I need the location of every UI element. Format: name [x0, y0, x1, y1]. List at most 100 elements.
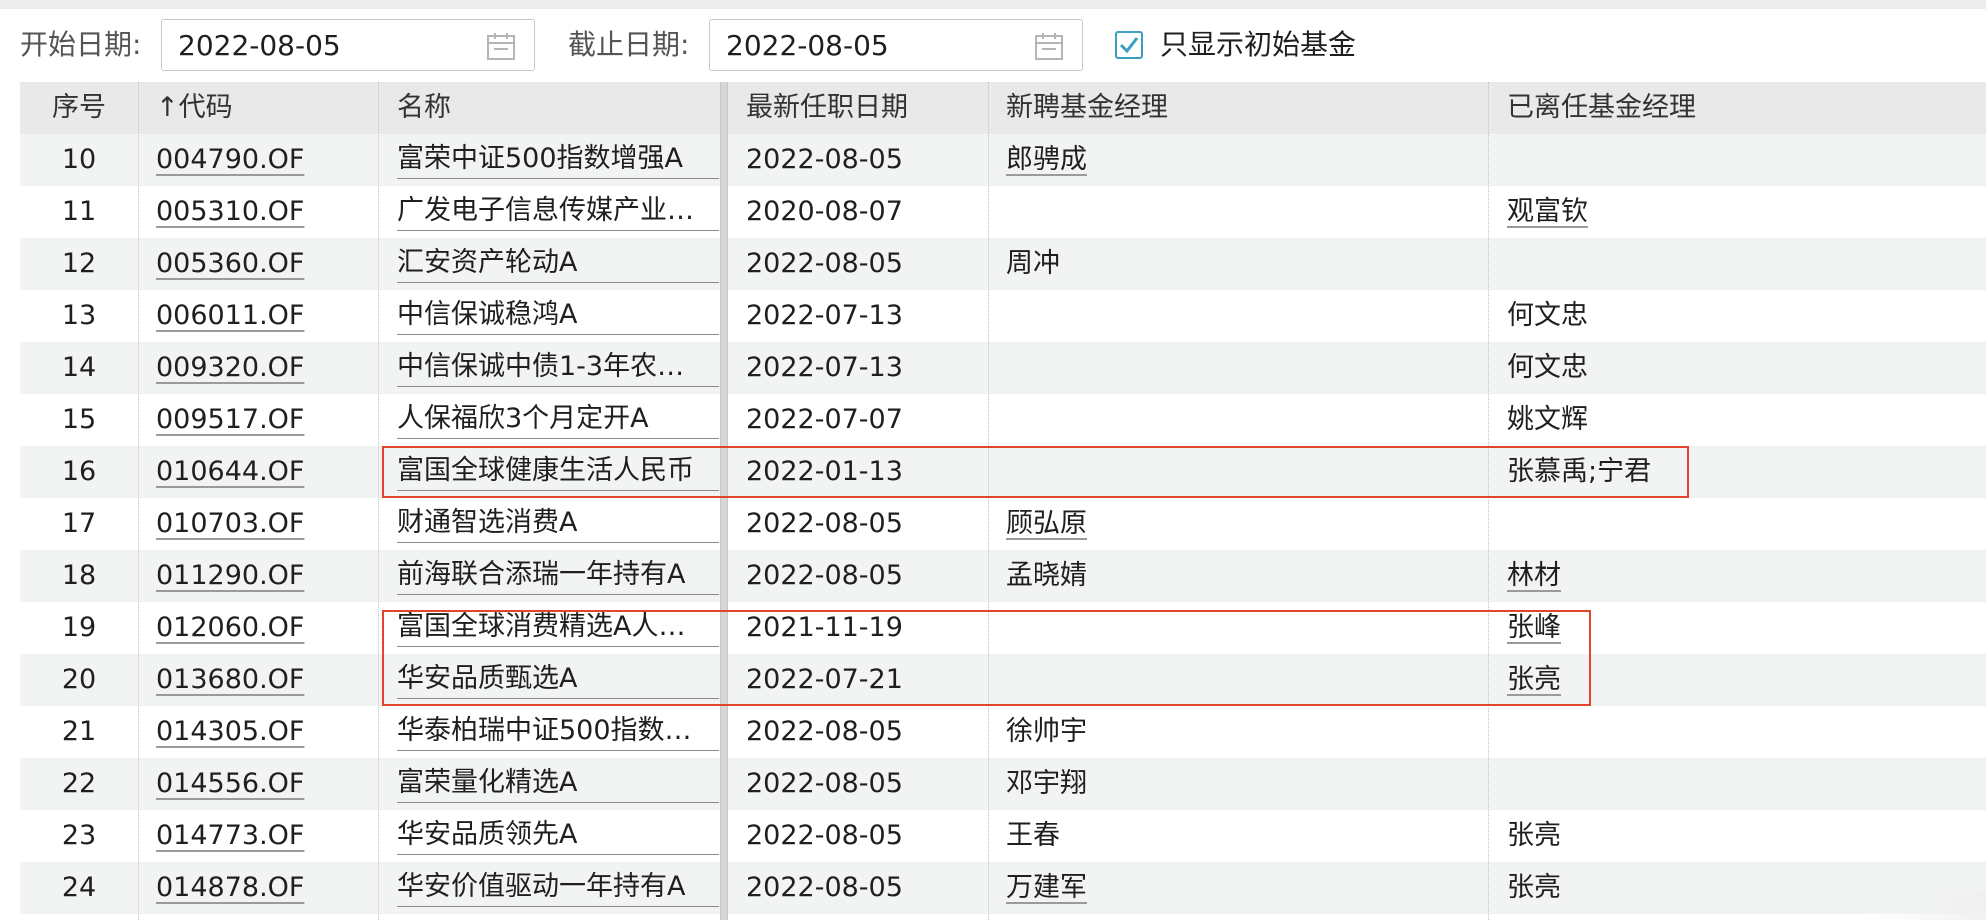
fund-name[interactable]: 汇安资产轮动A — [397, 238, 719, 290]
table-row[interactable]: 11 005310.OF 广发电子信息传媒产业… 2020-08-07 观富钦 — [20, 186, 1986, 238]
fund-name[interactable]: 华安品质领先A — [397, 810, 719, 862]
fund-name[interactable]: 财通智选消费A — [397, 498, 719, 550]
fund-name[interactable]: 人保福欣3个月定开A — [397, 394, 719, 446]
frozen-column-splitter[interactable] — [720, 82, 728, 920]
fund-name-text[interactable]: 华泰柏瑞中证500指数… — [397, 711, 719, 751]
fund-code-link[interactable]: 012060.OF — [156, 602, 376, 654]
fund-name[interactable]: 中信保诚中债1-3年农… — [397, 342, 719, 394]
left-manager-text[interactable]: 观富钦 — [1507, 196, 1588, 227]
fund-name[interactable]: 富荣量化精选A — [397, 758, 719, 810]
fund-name[interactable]: 华泰柏瑞中证500指数… — [397, 706, 719, 758]
table-row[interactable]: 10 004790.OF 富荣中证500指数增强A 2022-08-05 郎骋成 — [20, 134, 1986, 186]
fund-name[interactable]: 中信保诚稳鸿A — [397, 290, 719, 342]
fund-name[interactable]: 富国全球消费精选A人… — [397, 602, 719, 654]
header-left-manager[interactable]: 已离任基金经理 — [1507, 82, 1967, 134]
fund-code-link-text[interactable]: 006011.OF — [156, 300, 304, 331]
fund-name-text[interactable]: 华安价值驱动一年持有A — [397, 867, 719, 907]
fund-code-link[interactable]: 009517.OF — [156, 394, 376, 446]
fund-name[interactable]: 广发电子信息传媒产业… — [397, 186, 719, 238]
header-date[interactable]: 最新任职日期 — [746, 82, 986, 134]
table-row[interactable]: 19 012060.OF 富国全球消费精选A人… 2021-11-19 张峰 — [20, 602, 1986, 654]
fund-code-link-text[interactable]: 005310.OF — [156, 196, 304, 227]
fund-code-link[interactable]: 013680.OF — [156, 654, 376, 706]
fund-code-link[interactable]: 009320.OF — [156, 342, 376, 394]
fund-name-text[interactable]: 富国全球消费精选A人… — [397, 607, 719, 647]
left-manager[interactable]: 张峰 — [1507, 602, 1967, 654]
fund-code-link-text[interactable]: 011290.OF — [156, 560, 304, 591]
fund-code-link[interactable]: 010644.OF — [156, 446, 376, 498]
only-initial-checkbox[interactable] — [1115, 31, 1143, 59]
fund-code-link[interactable]: 014556.OF — [156, 758, 376, 810]
new-manager[interactable]: 郎骋成 — [1006, 134, 1486, 186]
header-name[interactable]: 名称 — [397, 82, 719, 134]
fund-code-link-text[interactable]: 014773.OF — [156, 820, 304, 851]
new-manager[interactable]: 顾弘原 — [1006, 498, 1486, 550]
fund-code-link-text[interactable]: 014305.OF — [156, 716, 304, 747]
fund-code-link-text[interactable]: 014878.OF — [156, 872, 304, 903]
fund-name-text[interactable]: 中信保诚中债1-3年农… — [397, 347, 719, 387]
left-manager-text[interactable]: 张亮 — [1507, 664, 1561, 695]
calendar-icon[interactable] — [486, 31, 516, 61]
table-row[interactable]: 12 005360.OF 汇安资产轮动A 2022-08-05 周冲 — [20, 238, 1986, 290]
fund-code-link[interactable]: 011290.OF — [156, 550, 376, 602]
fund-code-link-text[interactable]: 009320.OF — [156, 352, 304, 383]
fund-name[interactable]: 富国全球健康生活人民币 — [397, 446, 719, 498]
table-row[interactable]: 24 014878.OF 华安价值驱动一年持有A 2022-08-05 万建军 张亮 — [20, 862, 1986, 914]
fund-name-text[interactable]: 富荣中证500指数增强A — [397, 139, 719, 179]
fund-name[interactable]: 富荣中证500指数增强A — [397, 134, 719, 186]
fund-code-link[interactable]: 005310.OF — [156, 186, 376, 238]
table-row[interactable]: 13 006011.OF 中信保诚稳鸿A 2022-07-13 何文忠 — [20, 290, 1986, 342]
header-new-manager[interactable]: 新聘基金经理 — [1006, 82, 1486, 134]
new-manager-text[interactable]: 顾弘原 — [1006, 508, 1087, 539]
fund-name-text[interactable]: 富国全球健康生活人民币 — [397, 451, 719, 491]
table-row[interactable]: 17 010703.OF 财通智选消费A 2022-08-05 顾弘原 — [20, 498, 1986, 550]
fund-code-link[interactable]: 014773.OF — [156, 810, 376, 862]
end-date-input[interactable]: 2022-08-05 — [709, 19, 1083, 71]
table-row[interactable]: 23 014773.OF 华安品质领先A 2022-08-05 王春 张亮 — [20, 810, 1986, 862]
new-manager[interactable]: 万建军 — [1006, 862, 1486, 914]
fund-code-link[interactable]: 010703.OF — [156, 498, 376, 550]
fund-code-link[interactable]: 014878.OF — [156, 862, 376, 914]
fund-name-text[interactable]: 中信保诚稳鸿A — [397, 295, 719, 335]
table-row[interactable]: 15 009517.OF 人保福欣3个月定开A 2022-07-07 姚文辉 — [20, 394, 1986, 446]
header-no[interactable]: 序号 — [20, 82, 138, 134]
left-manager[interactable]: 林材 — [1507, 550, 1967, 602]
table-row[interactable]: 14 009320.OF 中信保诚中债1-3年农… 2022-07-13 何文忠 — [20, 342, 1986, 394]
calendar-icon[interactable] — [1034, 31, 1064, 61]
fund-name[interactable]: 华安品质甄选A — [397, 654, 719, 706]
new-manager-text[interactable]: 万建军 — [1006, 872, 1087, 903]
new-manager-text[interactable]: 郎骋成 — [1006, 144, 1087, 175]
table-row[interactable]: 22 014556.OF 富荣量化精选A 2022-08-05 邓宇翔 — [20, 758, 1986, 810]
fund-code-link-text[interactable]: 010644.OF — [156, 456, 304, 487]
fund-code-link-text[interactable]: 014556.OF — [156, 768, 304, 799]
fund-name-text[interactable]: 广发电子信息传媒产业… — [397, 191, 719, 231]
fund-code-link-text[interactable]: 009517.OF — [156, 404, 304, 435]
fund-code-link-text[interactable]: 012060.OF — [156, 612, 304, 643]
header-code[interactable]: ↑代码 — [156, 82, 376, 134]
fund-name-text[interactable]: 前海联合添瑞一年持有A — [397, 555, 719, 595]
fund-code-link[interactable]: 004790.OF — [156, 134, 376, 186]
table-row[interactable]: 18 011290.OF 前海联合添瑞一年持有A 2022-08-05 孟晓婧 林材 — [20, 550, 1986, 602]
left-manager-text[interactable]: 张峰 — [1507, 612, 1561, 643]
table-row[interactable]: 20 013680.OF 华安品质甄选A 2022-07-21 张亮 — [20, 654, 1986, 706]
fund-code-link-text[interactable]: 005360.OF — [156, 248, 304, 279]
table-row[interactable]: 16 010644.OF 富国全球健康生活人民币 2022-01-13 张慕禹;宁君 — [20, 446, 1986, 498]
fund-name[interactable]: 前海联合添瑞一年持有A — [397, 550, 719, 602]
left-manager[interactable]: 观富钦 — [1507, 186, 1967, 238]
fund-name-text[interactable]: 华安品质甄选A — [397, 659, 719, 699]
fund-code-link[interactable]: 005360.OF — [156, 238, 376, 290]
only-initial-label[interactable]: 只显示初始基金 — [1160, 27, 1356, 63]
fund-code-link[interactable]: 014305.OF — [156, 706, 376, 758]
fund-name-text[interactable]: 汇安资产轮动A — [397, 243, 719, 283]
left-manager[interactable]: 张亮 — [1507, 654, 1967, 706]
fund-name-text[interactable]: 财通智选消费A — [397, 503, 719, 543]
fund-name-text[interactable]: 富荣量化精选A — [397, 763, 719, 803]
left-manager-text[interactable]: 林材 — [1507, 560, 1561, 591]
fund-name-text[interactable]: 人保福欣3个月定开A — [397, 399, 719, 439]
start-date-input[interactable]: 2022-08-05 — [161, 19, 535, 71]
fund-code-link-text[interactable]: 013680.OF — [156, 664, 304, 695]
fund-name-text[interactable]: 华安品质领先A — [397, 815, 719, 855]
fund-code-link-text[interactable]: 010703.OF — [156, 508, 304, 539]
fund-code-link-text[interactable]: 004790.OF — [156, 144, 304, 175]
table-row[interactable]: 21 014305.OF 华泰柏瑞中证500指数… 2022-08-05 徐帅宇 — [20, 706, 1986, 758]
